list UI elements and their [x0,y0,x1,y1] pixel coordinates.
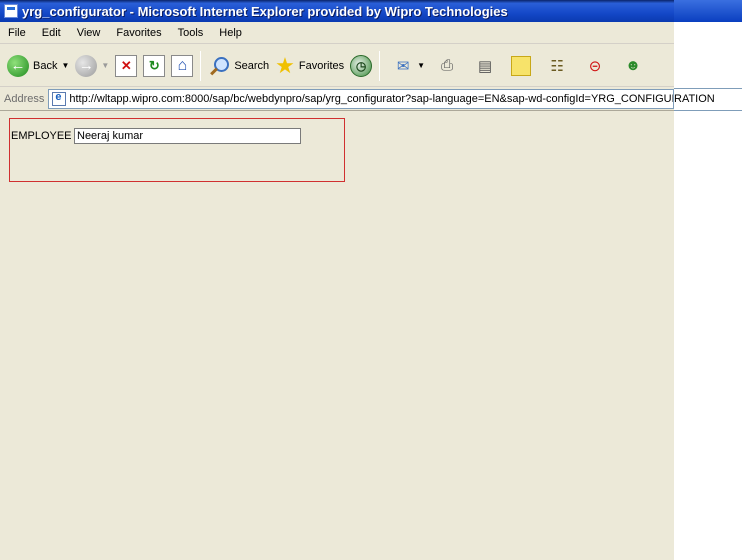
address-field[interactable]: http://wltapp.wipro.com:8000/sap/bc/webd… [48,89,674,109]
mail-button[interactable]: ✉ ▼ [384,49,428,83]
menu-file[interactable]: File [0,27,34,39]
research-button[interactable]: ☷ [538,49,576,83]
edit-page-icon: ▤ [477,57,493,75]
messenger-button[interactable]: ☻ [614,49,652,83]
mail-icon: ✉ [396,57,410,75]
search-label: Search [234,59,270,72]
menu-tools[interactable]: Tools [170,27,212,39]
stop-icon: ✕ [115,54,138,77]
favorites-label: Favorites [298,59,345,72]
page-content: EMPLOYEE [0,111,674,560]
ie-app-icon [4,4,18,18]
back-button[interactable]: ← Back ▼ [4,49,72,83]
sticky-note-icon [511,55,532,76]
toolbar-separator [200,50,202,81]
overflow-url-tail: RATION [674,88,742,111]
discuss-button[interactable] [504,49,538,83]
employee-input[interactable] [74,128,301,144]
forward-arrow-icon: → [75,54,98,77]
page-icon [52,91,67,106]
refresh-icon: ↻ [143,54,166,77]
forward-button[interactable]: → ▼ [72,49,112,83]
printer-icon: ⎙ [441,57,454,74]
home-icon: ⌂ [171,54,194,77]
window-title: yrg_configurator - Microsoft Internet Ex… [22,3,508,19]
address-url[interactable]: http://wltapp.wipro.com:8000/sap/bc/webd… [69,93,673,105]
search-button[interactable]: Search [205,49,272,83]
search-icon [208,55,230,77]
favorites-button[interactable]: ★ Favorites [272,49,347,83]
print-button[interactable]: ⎙ [428,49,466,83]
favorites-star-icon: ★ [275,52,295,78]
browser-window: yrg_configurator - Microsoft Internet Ex… [0,0,674,560]
toolbar-separator [379,50,381,81]
messenger-icon: ☻ [625,57,641,74]
address-label: Address [4,93,45,105]
address-bar: Address http://wltapp.wipro.com:8000/sap… [0,88,674,111]
edit-button[interactable]: ▤ [466,49,504,83]
title-bar: yrg_configurator - Microsoft Internet Ex… [0,0,674,22]
standard-toolbar: ← Back ▼ → ▼ ✕ ↻ ⌂ Search ★ Favorites ◷ [0,45,674,87]
history-icon: ◷ [350,54,373,77]
right-overflow-strip: RATION [674,0,742,560]
back-dropdown-icon[interactable]: ▼ [61,61,69,70]
back-label: Back [33,59,58,72]
research-icon: ☷ [550,57,564,75]
overflow-titlebar [674,0,742,22]
employee-group: EMPLOYEE [9,118,345,182]
menu-edit[interactable]: Edit [34,27,69,39]
employee-label: EMPLOYEE [11,130,72,142]
block-page-icon: ⊝ [588,57,602,75]
menu-bar: File Edit View Favorites Tools Help [0,22,674,44]
mail-dropdown-icon[interactable]: ▼ [417,61,425,70]
block-page-button[interactable]: ⊝ [576,49,614,83]
back-arrow-icon: ← [7,54,29,77]
forward-dropdown-icon[interactable]: ▼ [101,61,109,70]
history-button[interactable]: ◷ [347,49,375,83]
menu-help[interactable]: Help [211,27,250,39]
menu-view[interactable]: View [69,27,109,39]
stop-button[interactable]: ✕ [112,49,140,83]
menu-favorites[interactable]: Favorites [108,27,169,39]
home-button[interactable]: ⌂ [168,49,196,83]
refresh-button[interactable]: ↻ [140,49,168,83]
